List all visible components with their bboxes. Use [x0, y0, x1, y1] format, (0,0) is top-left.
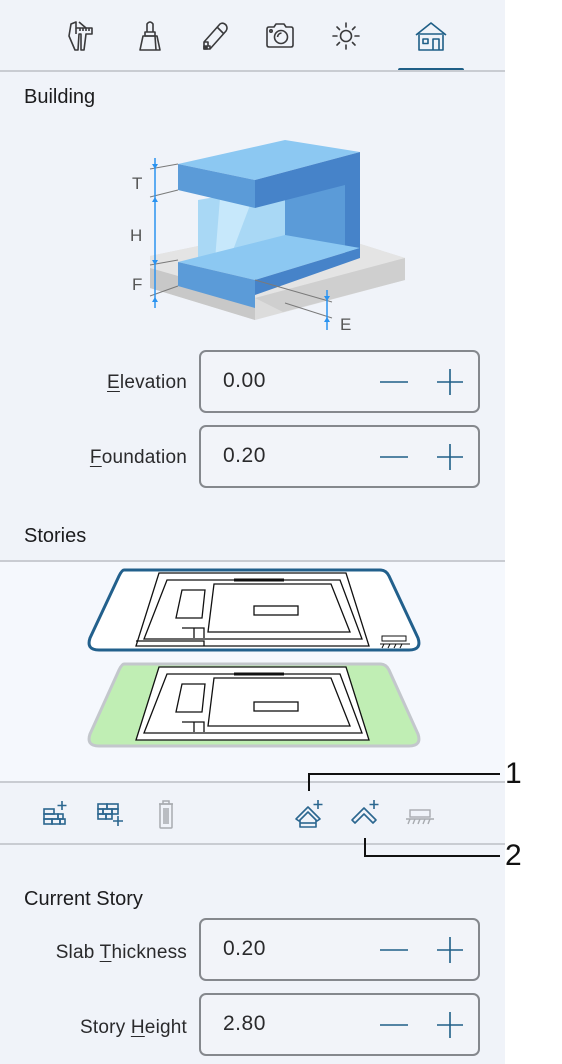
story-height-field[interactable]: 2.80: [199, 993, 480, 1056]
add-roof-only-button[interactable]: [346, 792, 386, 836]
elevation-label: Elevation: [107, 372, 187, 393]
slab-thickness-field[interactable]: 0.20: [199, 918, 480, 981]
story-card-upper[interactable]: [84, 566, 424, 654]
dim-label-f: F: [132, 275, 142, 294]
building-panel: Building T H F E Elevation 0.00 Foundati…: [0, 0, 505, 1064]
add-roof-button[interactable]: [290, 792, 330, 836]
elevation-decrement-button[interactable]: [371, 352, 417, 411]
slab-thickness-label: Slab Thickness: [55, 942, 187, 963]
callout-2-leader-vertical: [364, 838, 366, 856]
story-height-decrement-button[interactable]: [371, 995, 417, 1054]
story-height-value[interactable]: 2.80: [223, 1012, 266, 1036]
foundation-value[interactable]: 0.20: [223, 444, 266, 468]
callout-2-leader-horizontal: [364, 855, 500, 857]
callout-1-number: 1: [505, 757, 522, 790]
house-roof-add-icon: [295, 800, 323, 828]
slab-thickness-value[interactable]: 0.20: [223, 937, 266, 961]
house-icon: [415, 22, 447, 51]
elevation-value[interactable]: 0.00: [223, 369, 266, 393]
delete-story-button[interactable]: [146, 792, 186, 836]
callout-2-number: 2: [505, 839, 522, 872]
caliper-icon: [68, 21, 93, 51]
building-section-title: Building: [24, 86, 96, 108]
tab-materials[interactable]: [128, 14, 172, 58]
dim-label-t: T: [132, 174, 142, 193]
tab-edit[interactable]: [192, 14, 236, 58]
add-story-above-button[interactable]: [36, 792, 76, 836]
roof-add-icon: [351, 800, 379, 824]
stories-toolbar: [0, 784, 505, 844]
camera-icon: [266, 23, 294, 48]
brick-add-below-icon: [97, 803, 123, 826]
dim-label-e: E: [340, 315, 351, 334]
plus-icon: [437, 936, 463, 963]
stories-list: [0, 562, 505, 782]
brush-icon: [139, 21, 161, 51]
story-height-label: Story Height: [80, 1017, 187, 1038]
trash-icon: [159, 800, 173, 829]
tab-divider: [0, 70, 505, 72]
slab-thickness-decrement-button[interactable]: [371, 920, 417, 979]
brick-add-above-icon: [43, 801, 67, 825]
minus-icon: [380, 948, 408, 951]
foundation-field[interactable]: 0.20: [199, 425, 480, 488]
ground-slab-icon: [406, 809, 434, 825]
dim-label-h: H: [130, 226, 142, 245]
tab-light[interactable]: [324, 14, 368, 58]
toolbar-bottom-divider: [0, 843, 505, 845]
elevation-field[interactable]: 0.00: [199, 350, 480, 413]
minus-icon: [380, 455, 408, 458]
foundation-button[interactable]: [400, 792, 440, 836]
callout-1-leader-horizontal: [308, 773, 500, 775]
elevation-increment-button[interactable]: [427, 352, 473, 411]
tab-camera[interactable]: [258, 14, 302, 58]
story-card-ground[interactable]: [84, 660, 424, 750]
slab-thickness-increment-button[interactable]: [427, 920, 473, 979]
foundation-decrement-button[interactable]: [371, 427, 417, 486]
sun-icon: [332, 22, 360, 50]
minus-icon: [380, 380, 408, 383]
current-story-section-title: Current Story: [24, 888, 143, 910]
callout-1-leader-vertical: [308, 773, 310, 791]
plus-icon: [437, 368, 463, 395]
building-diagram: T H F E: [130, 140, 405, 334]
plus-icon: [437, 443, 463, 470]
story-height-increment-button[interactable]: [427, 995, 473, 1054]
tab-building[interactable]: [409, 14, 453, 58]
add-story-below-button[interactable]: [90, 792, 130, 836]
tab-bar: [0, 0, 505, 72]
toolbar-top-divider: [0, 781, 505, 783]
foundation-increment-button[interactable]: [427, 427, 473, 486]
minus-icon: [380, 1023, 408, 1026]
pencil-icon: [203, 22, 228, 50]
tab-measure[interactable]: [58, 14, 102, 58]
stories-section-title: Stories: [24, 525, 87, 547]
foundation-label: Foundation: [89, 447, 187, 468]
plus-icon: [437, 1011, 463, 1038]
